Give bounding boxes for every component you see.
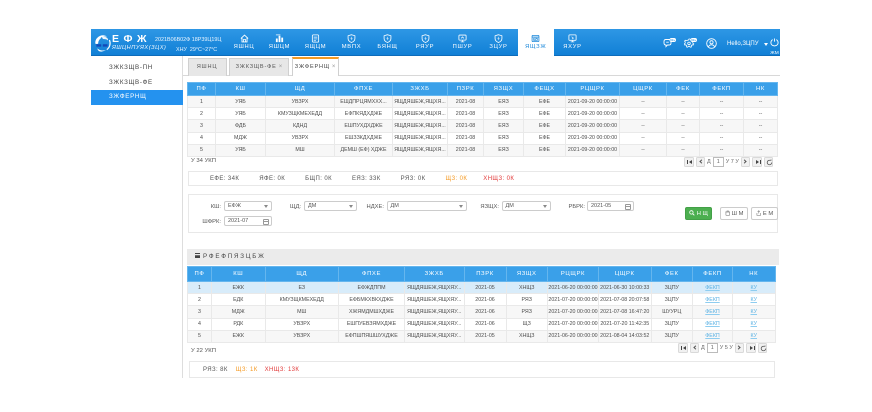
svg-text:99+: 99+: [691, 38, 696, 42]
svg-text:99+: 99+: [670, 38, 675, 42]
